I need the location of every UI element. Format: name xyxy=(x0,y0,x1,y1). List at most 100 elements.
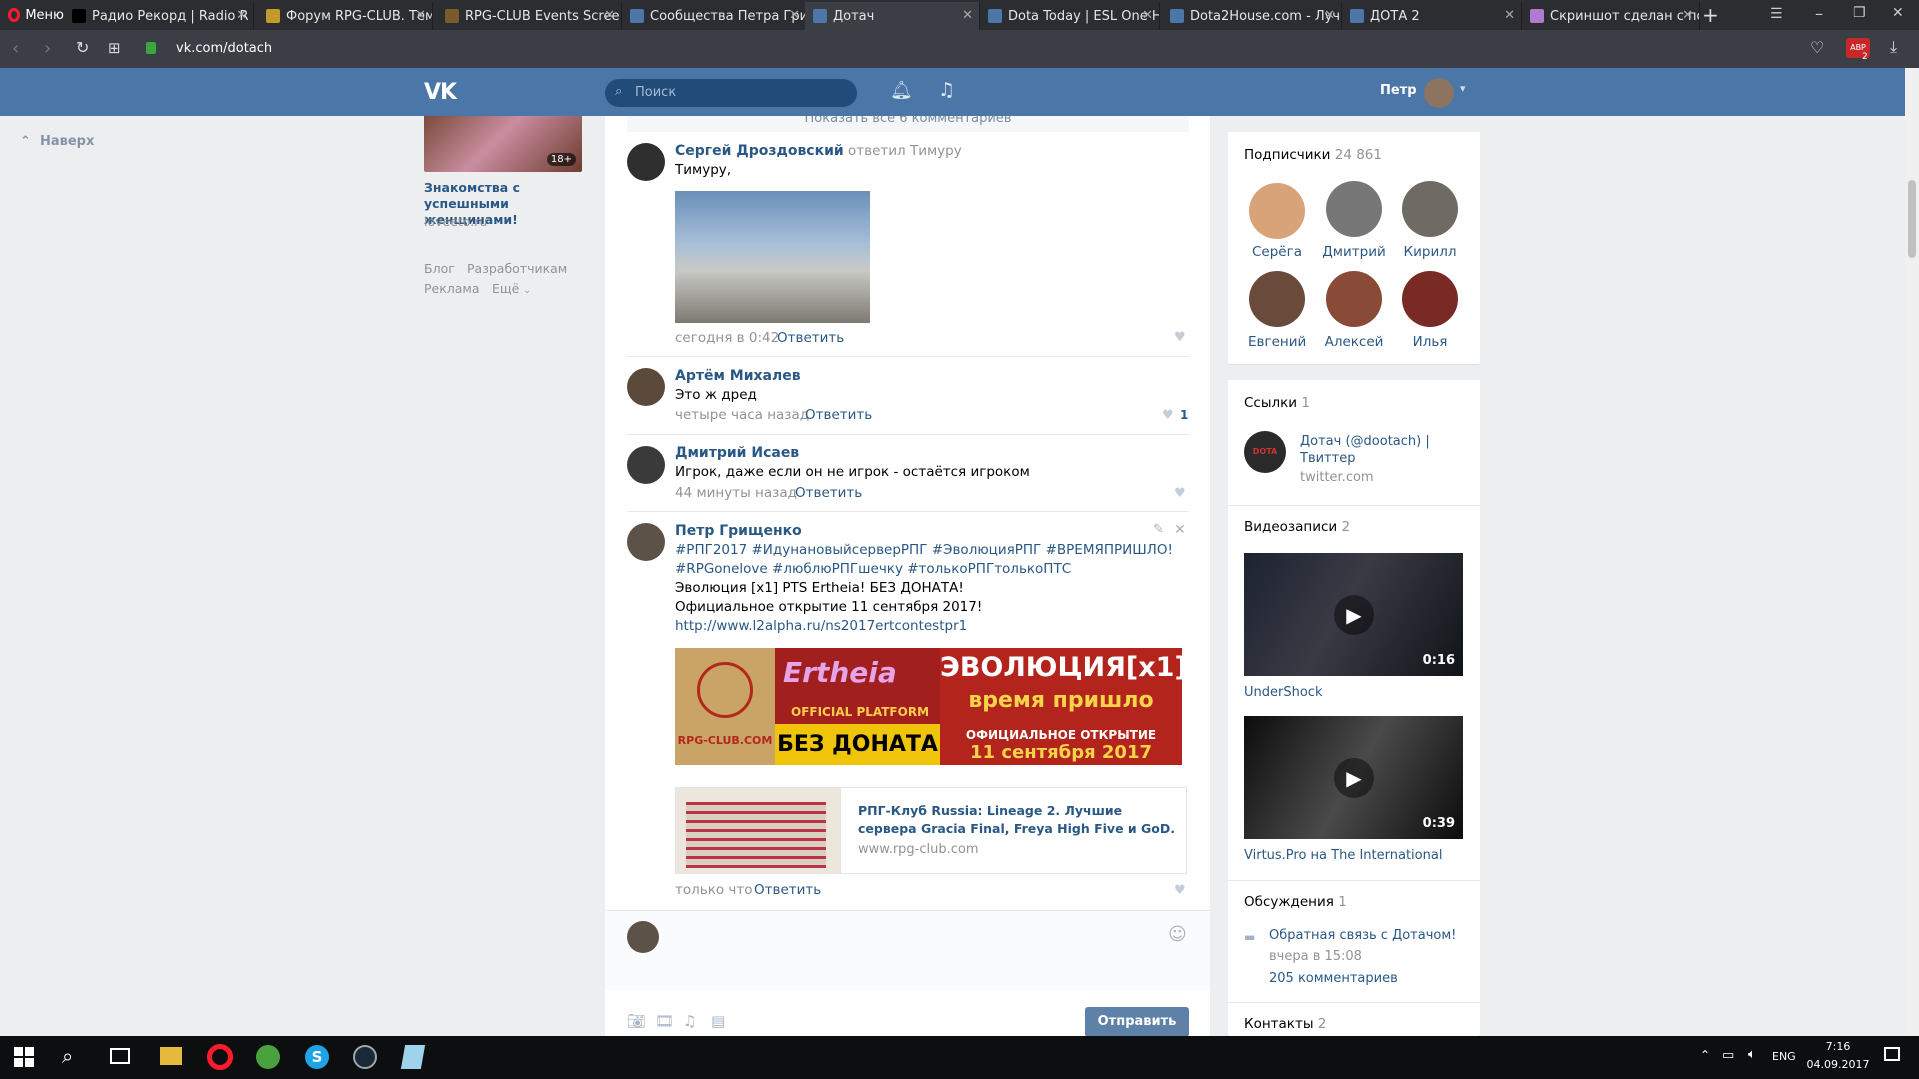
ad-domain[interactable]: loveeto.ru xyxy=(424,214,487,229)
tab-rpg-forum[interactable]: Форум RPG-CLUB. Тем ✕ xyxy=(258,2,433,30)
download-icon[interactable]: ⤓ xyxy=(1890,37,1897,57)
subscriber-name[interactable]: Алексей xyxy=(1320,334,1388,350)
subscriber-name[interactable]: Дмитрий xyxy=(1320,244,1388,260)
vk-logo[interactable]: VK xyxy=(424,80,457,105)
utorrent-icon[interactable] xyxy=(256,1045,280,1069)
task-view-icon[interactable] xyxy=(110,1048,130,1064)
reply-button[interactable]: Ответить xyxy=(754,882,821,898)
comment-author[interactable]: Петр Грищенко xyxy=(675,523,802,539)
music-icon[interactable]: ♫ xyxy=(938,79,955,101)
speed-dial-icon[interactable]: ⊞ xyxy=(108,39,121,57)
promo-banner[interactable]: RPG-CLUB.COM Ertheia OFFICIAL PLATFORM Б… xyxy=(675,648,1182,765)
subscriber-name[interactable]: Евгений xyxy=(1248,334,1306,350)
search-input[interactable]: ⌕ Поиск xyxy=(605,79,857,107)
hashtags-line[interactable]: #RPGonelove #люблюРПГшечку #толькоРПГтол… xyxy=(675,561,1071,577)
close-tab-icon[interactable]: ✕ xyxy=(789,8,800,23)
back-to-top-button[interactable]: ⌃ Наверх xyxy=(20,134,94,149)
footer-ads-link[interactable]: Реклама xyxy=(424,281,480,296)
skype-icon[interactable]: S xyxy=(305,1045,329,1069)
subscriber-name[interactable]: Кирилл xyxy=(1398,244,1462,260)
discussion-topic[interactable]: Обратная связь с Дотачом! xyxy=(1269,928,1456,943)
play-icon[interactable]: ▶ xyxy=(1334,595,1374,635)
video-thumbnail[interactable]: ▶ 0:16 xyxy=(1244,553,1463,676)
video-thumbnail[interactable]: ▶ 0:39 xyxy=(1244,716,1463,839)
subscriber-avatar[interactable] xyxy=(1402,181,1458,237)
comment-avatar[interactable] xyxy=(627,368,665,406)
tab-dotach-active[interactable]: Дотач ✕ xyxy=(805,2,980,30)
steam-icon[interactable] xyxy=(353,1045,377,1069)
comment-author[interactable]: Дмитрий Исаев xyxy=(675,445,799,461)
close-tab-icon[interactable]: ✕ xyxy=(1682,8,1693,23)
language-indicator[interactable]: ENG xyxy=(1772,1050,1796,1063)
subscriber-avatar[interactable] xyxy=(1326,271,1382,327)
opera-menu-button[interactable]: Меню xyxy=(0,0,64,30)
edit-pencil-icon[interactable]: ✎ xyxy=(1153,522,1164,537)
external-link[interactable]: http://www.l2alpha.ru/ns2017ertcontestpr… xyxy=(675,618,967,634)
volume-icon[interactable]: 🔈︎ xyxy=(1748,1047,1756,1062)
videos-header[interactable]: Видеозаписи 2 xyxy=(1244,519,1350,535)
send-button[interactable]: Отправить xyxy=(1085,1007,1189,1037)
user-name[interactable]: Петр xyxy=(1380,83,1417,98)
tab-dota-today[interactable]: Dota Today | ESL One H ✕ xyxy=(980,2,1160,30)
back-icon[interactable]: ‹ xyxy=(12,38,19,59)
show-all-comments[interactable]: Показать все 6 комментариев xyxy=(627,116,1189,132)
clock-time[interactable]: 7:16 xyxy=(1808,1040,1868,1053)
maximize-icon[interactable]: ❐ xyxy=(1853,5,1866,21)
scrollbar-thumb[interactable] xyxy=(1908,180,1916,258)
comment-time[interactable]: четыре часа назад xyxy=(675,407,809,423)
action-center-icon[interactable] xyxy=(1884,1047,1900,1061)
new-tab-button[interactable]: + xyxy=(1702,2,1719,28)
comment-image[interactable] xyxy=(675,191,870,323)
like-heart-icon[interactable]: ♥ xyxy=(1162,408,1174,423)
audio-icon[interactable]: ♫ xyxy=(683,1012,696,1030)
tab-radio-record[interactable]: Радио Рекорд | Radio R ✕ xyxy=(64,2,254,30)
tab-dota2[interactable]: ДОТА 2 ✕ xyxy=(1342,2,1522,30)
reply-button[interactable]: Ответить xyxy=(777,330,844,346)
discussions-header[interactable]: Обсуждения 1 xyxy=(1244,894,1347,910)
close-tab-icon[interactable]: ✕ xyxy=(1324,8,1335,23)
comment-avatar[interactable] xyxy=(627,523,665,561)
comment-time[interactable]: 44 минуты назад xyxy=(675,485,797,501)
tab-communities[interactable]: Сообщества Петра Гри ✕ xyxy=(622,2,807,30)
camera-icon[interactable]: 📷︎ xyxy=(627,1012,646,1030)
url-field[interactable]: vk.com/dotach xyxy=(176,41,272,56)
comment-time[interactable]: только что xyxy=(675,882,753,898)
comment-author[interactable]: Артём Михалев xyxy=(675,368,801,384)
close-tab-icon[interactable]: ✕ xyxy=(415,8,426,23)
link-title[interactable]: Дотач (@doo­tach) | Твиттер xyxy=(1300,433,1470,467)
video-title[interactable]: UnderShock xyxy=(1244,685,1322,700)
subscriber-avatar[interactable] xyxy=(1249,183,1305,239)
opera-taskbar-icon[interactable] xyxy=(207,1044,233,1070)
document-icon[interactable]: ▤ xyxy=(711,1012,725,1030)
chevron-down-icon[interactable]: ▾ xyxy=(1460,82,1466,95)
reply-button[interactable]: Ответить xyxy=(795,485,862,501)
play-icon[interactable]: ▶ xyxy=(1334,758,1374,798)
close-tab-icon[interactable]: ✕ xyxy=(604,8,615,23)
reload-icon[interactable]: ↻ xyxy=(76,38,89,57)
delete-icon[interactable]: ✕ xyxy=(1174,522,1186,538)
footer-devs-link[interactable]: Разработчикам xyxy=(467,261,567,276)
dota-link-icon[interactable]: DOTA xyxy=(1244,431,1286,473)
like-heart-icon[interactable]: ♥ xyxy=(1174,883,1186,898)
tab-screenshot[interactable]: Скриншот сделан с по ✕ xyxy=(1522,2,1700,30)
ad-image[interactable]: 18+ xyxy=(424,116,582,172)
emoji-icon[interactable]: ☺ xyxy=(1168,924,1187,945)
page-scrollbar[interactable] xyxy=(1905,68,1919,1036)
subscribers-header[interactable]: Подписчики 24 861 xyxy=(1244,147,1382,163)
comment-author[interactable]: Сергей Дроздовский xyxy=(675,143,844,159)
bookmark-heart-icon[interactable]: ♡ xyxy=(1810,38,1824,57)
subscriber-avatar[interactable] xyxy=(1249,271,1305,327)
video-icon[interactable]: 🎞︎ xyxy=(655,1012,674,1030)
close-tab-icon[interactable]: ✕ xyxy=(1142,8,1153,23)
tray-chevron-icon[interactable]: ⌃ xyxy=(1700,1048,1710,1062)
footer-blog-link[interactable]: Блог xyxy=(424,261,455,276)
subscriber-name[interactable]: Серёга xyxy=(1248,244,1306,260)
close-window-icon[interactable]: ✕ xyxy=(1892,5,1904,21)
subscriber-avatar[interactable] xyxy=(1402,271,1458,327)
comment-input[interactable] xyxy=(672,921,1162,953)
windows-start-icon[interactable] xyxy=(14,1047,34,1067)
like-heart-icon[interactable]: ♥ xyxy=(1174,486,1186,501)
file-explorer-icon[interactable] xyxy=(160,1047,182,1065)
app-icon[interactable] xyxy=(400,1045,426,1069)
clock-date[interactable]: 04.09.2017 xyxy=(1800,1058,1876,1071)
